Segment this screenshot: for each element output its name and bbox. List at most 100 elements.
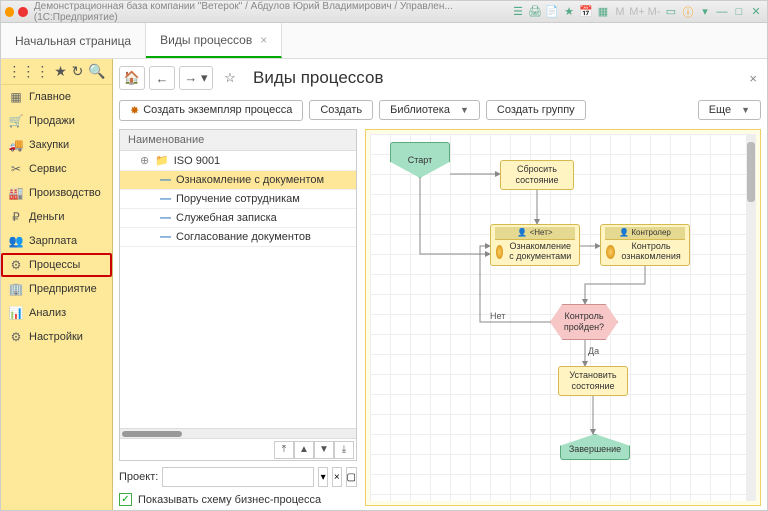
app-icon xyxy=(5,7,14,17)
tab-start[interactable]: Начальная страница xyxy=(1,23,146,58)
process-diagram[interactable]: Нет Да Старт Сбросить состояние 👤 <Нет> … xyxy=(370,134,746,501)
tb-icon[interactable]: 📅 xyxy=(579,5,593,19)
people-icon: 👥 xyxy=(9,234,23,248)
app-icon-2 xyxy=(18,7,27,17)
person-icon xyxy=(496,245,504,259)
tab-close-icon[interactable]: × xyxy=(260,33,267,47)
show-schema-checkbox[interactable]: ✓ xyxy=(119,493,132,506)
sidebar-item-processes[interactable]: ⚙Процессы xyxy=(1,253,112,277)
tree-btn-up[interactable]: ▲ xyxy=(294,441,314,459)
sidebar-item-enterprise[interactable]: 🏢Предприятие xyxy=(1,277,112,301)
node-text: Установить состояние xyxy=(563,370,623,392)
sidebar-item-production[interactable]: 🏭Производство xyxy=(1,181,112,205)
more-button[interactable]: Еще▼ xyxy=(698,100,761,120)
tree-item-assignment[interactable]: — Поручение сотрудникам xyxy=(120,190,356,209)
tb-icon[interactable]: 📄 xyxy=(545,5,559,19)
close-window-icon[interactable]: ✕ xyxy=(749,5,763,19)
tree-item-memo[interactable]: —Служебная записка xyxy=(120,209,356,228)
project-open-button[interactable]: ▢ xyxy=(346,467,357,487)
sidebar-item-purchases[interactable]: 🚚Закупки xyxy=(1,133,112,157)
project-clear-x-button[interactable]: × xyxy=(332,467,342,487)
tab-processes[interactable]: Виды процессов × xyxy=(146,23,282,58)
grid-icon[interactable]: ⋮⋮⋮ xyxy=(7,63,49,80)
minimize-icon[interactable]: — xyxy=(715,5,729,19)
library-button[interactable]: Библиотека▼ xyxy=(379,100,480,120)
tree-header[interactable]: Наименование xyxy=(120,130,356,151)
sidebar-item-money[interactable]: ₽Деньги xyxy=(1,205,112,229)
gear-icon: ⚙ xyxy=(9,330,23,344)
sidebar-item-label: Процессы xyxy=(29,259,80,271)
maximize-icon[interactable]: □ xyxy=(732,5,746,19)
star-icon[interactable]: ★ xyxy=(54,63,67,80)
tb-icon[interactable]: 🖨 xyxy=(528,5,542,19)
sidebar-item-sales[interactable]: 🛒Продажи xyxy=(1,109,112,133)
sidebar-item-salary[interactable]: 👥Зарплата xyxy=(1,229,112,253)
node-reset[interactable]: Сбросить состояние xyxy=(500,160,574,190)
node-end[interactable]: Завершение xyxy=(560,434,630,460)
tab-label: Виды процессов xyxy=(160,33,252,47)
project-clear-button[interactable]: ▾ xyxy=(318,467,328,487)
tb-icon[interactable]: ★ xyxy=(562,5,576,19)
node-text: Контроль пройден? xyxy=(555,311,613,333)
help-icon[interactable]: ⓘ xyxy=(681,5,695,19)
sidebar-tools: ⋮⋮⋮ ★ ↻ 🔍 xyxy=(1,59,112,85)
create-instance-button[interactable]: ✸Создать экземпляр процесса xyxy=(119,100,303,121)
wrench-icon: ✂ xyxy=(9,162,23,176)
show-schema-label: Показывать схему бизнес-процесса xyxy=(138,494,321,506)
tree-btn-bottom[interactable]: ⤓ xyxy=(334,441,354,459)
node-text: Контроль ознакомления xyxy=(618,241,684,263)
item-icon: — xyxy=(160,193,171,205)
tree-item-label: Поручение сотрудникам xyxy=(176,193,300,205)
sidebar-item-main[interactable]: ▦Главное xyxy=(1,85,112,109)
create-button[interactable]: Создать xyxy=(309,100,373,120)
tree-btn-top[interactable]: ⤒ xyxy=(274,441,294,459)
h-scrollbar[interactable] xyxy=(120,428,356,438)
fav-icon[interactable]: ☆ xyxy=(217,66,243,90)
project-input[interactable] xyxy=(162,467,314,487)
node-set-state[interactable]: Установить состояние xyxy=(558,366,628,396)
chevron-down-icon: ▼ xyxy=(741,105,750,115)
tabs-row: Начальная страница Виды процессов × xyxy=(1,23,767,59)
sidebar-item-settings[interactable]: ⚙Настройки xyxy=(1,325,112,349)
history-icon[interactable]: ↻ xyxy=(72,63,84,80)
btn-label: Создать экземпляр процесса xyxy=(143,104,292,116)
forward-button[interactable]: → ▾ xyxy=(179,66,213,90)
sidebar-item-label: Деньги xyxy=(29,211,65,223)
home-button[interactable]: 🏠 xyxy=(119,66,145,90)
label-yes: Да xyxy=(588,346,599,356)
node-condition[interactable]: Контроль пройден? xyxy=(550,304,618,340)
sidebar-item-label: Сервис xyxy=(29,163,67,175)
v-scrollbar[interactable] xyxy=(746,134,756,501)
building-icon: 🏢 xyxy=(9,282,23,296)
node-familiarize[interactable]: 👤 <Нет> Ознакомление с документами xyxy=(490,224,580,266)
truck-icon: 🚚 xyxy=(9,138,23,152)
tb-dropdown-icon[interactable]: ▾ xyxy=(698,5,712,19)
tree-item-approval[interactable]: —Согласование документов xyxy=(120,228,356,247)
sidebar-item-analysis[interactable]: 📊Анализ xyxy=(1,301,112,325)
node-start[interactable]: Старт xyxy=(390,142,450,178)
tb-icon[interactable]: M- xyxy=(647,5,661,19)
window-title: Демонстрационная база компании "Ветерок"… xyxy=(34,1,511,23)
tb-icon[interactable]: ☰ xyxy=(511,5,525,19)
folder-icon: 📁 xyxy=(155,154,169,167)
create-group-button[interactable]: Создать группу xyxy=(486,100,586,120)
home-icon: ▦ xyxy=(9,90,23,104)
expand-icon[interactable]: ⊕ xyxy=(140,154,150,167)
close-page-icon[interactable]: × xyxy=(745,71,761,86)
tb-icon[interactable]: M xyxy=(613,5,627,19)
tree-folder-iso[interactable]: ⊕📁ISO 9001 xyxy=(120,151,356,171)
label-no: Нет xyxy=(490,311,505,321)
node-text: Завершение xyxy=(569,444,621,455)
btn-label: Создать группу xyxy=(497,104,575,116)
node-controller[interactable]: 👤 Контролер Контроль ознакомления xyxy=(600,224,690,266)
back-button[interactable]: ← xyxy=(149,66,175,90)
tb-icon[interactable]: ▭ xyxy=(664,5,678,19)
tree-item-doc-familiarize[interactable]: —Ознакомление с документом xyxy=(120,171,356,190)
sidebar-item-service[interactable]: ✂ Сервис xyxy=(1,157,112,181)
tree-view: Наименование ⊕📁ISO 9001 —Ознакомление с … xyxy=(119,129,357,461)
node-text: Старт xyxy=(408,155,432,166)
tree-btn-down[interactable]: ▼ xyxy=(314,441,334,459)
tb-icon[interactable]: ▦ xyxy=(596,5,610,19)
tb-icon[interactable]: M+ xyxy=(630,5,644,19)
search-icon[interactable]: 🔍 xyxy=(88,63,105,80)
